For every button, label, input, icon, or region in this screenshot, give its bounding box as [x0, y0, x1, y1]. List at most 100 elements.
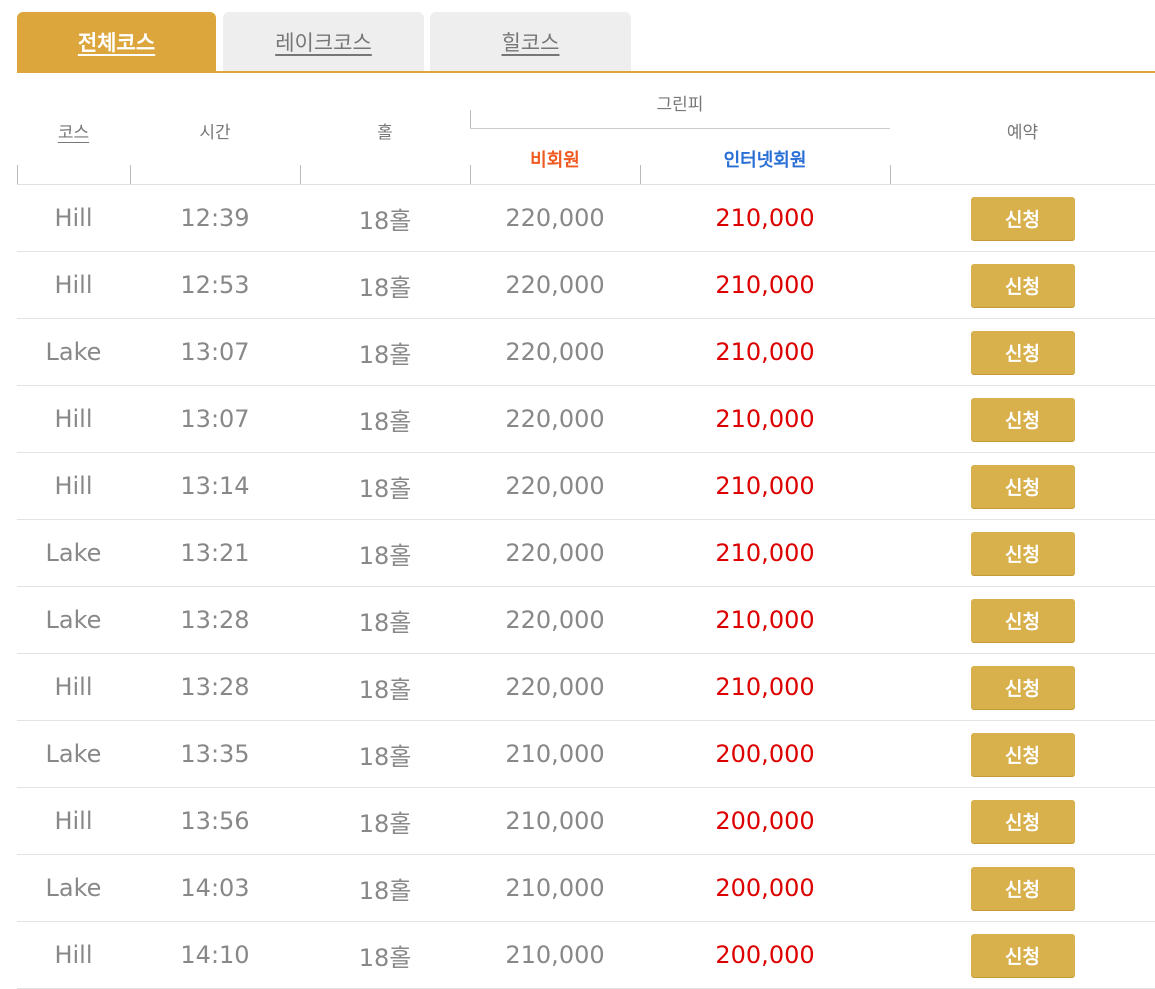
header-green-fee: 그린피	[656, 95, 704, 115]
tab-label: 레이크코스	[275, 31, 372, 55]
non-member-price: 220,000	[505, 472, 605, 500]
table-row: Hill 12:53 18홀 220,000 210,000 신청	[17, 252, 1155, 319]
course-cell: Lake	[45, 874, 102, 902]
internet-member-price: 210,000	[715, 204, 815, 232]
tab-label: 힐코스	[501, 31, 560, 55]
reservation-cell: 신청	[890, 922, 1155, 988]
tab-hill-course[interactable]: 힐코스	[430, 12, 631, 72]
non-member-price: 220,000	[505, 405, 605, 433]
course-cell: Hill	[54, 472, 93, 500]
hole-cell: 18홀	[358, 407, 412, 436]
non-member-price: 210,000	[505, 807, 605, 835]
table-row: Hill 12:39 18홀 220,000 210,000 신청	[17, 185, 1155, 252]
reservation-cell: 신청	[890, 319, 1155, 385]
tab-all-courses[interactable]: 전체코스	[17, 12, 216, 72]
non-member-price: 220,000	[505, 338, 605, 366]
reservation-cell: 신청	[890, 520, 1155, 586]
time-cell: 13:56	[180, 807, 250, 835]
table-body: Hill 12:39 18홀 220,000 210,000 신청 Hill 1…	[17, 185, 1155, 989]
time-cell: 13:07	[180, 405, 250, 433]
reservation-cell: 신청	[890, 788, 1155, 854]
time-cell: 13:21	[180, 539, 250, 567]
hole-cell: 18홀	[358, 206, 412, 235]
non-member-price: 220,000	[505, 271, 605, 299]
table-row: Hill 13:28 18홀 220,000 210,000 신청	[17, 654, 1155, 721]
hole-cell: 18홀	[358, 876, 412, 905]
apply-button[interactable]: 신청	[970, 330, 1075, 374]
time-cell: 13:14	[180, 472, 250, 500]
time-cell: 14:03	[180, 874, 250, 902]
non-member-price: 210,000	[505, 941, 605, 969]
course-cell: Lake	[45, 740, 102, 768]
time-cell: 12:39	[180, 204, 250, 232]
table-row: Lake 13:07 18홀 220,000 210,000 신청	[17, 319, 1155, 386]
course-cell: Hill	[54, 405, 93, 433]
table-row: Hill 13:07 18홀 220,000 210,000 신청	[17, 386, 1155, 453]
course-cell: Lake	[45, 338, 102, 366]
time-cell: 13:35	[180, 740, 250, 768]
apply-button[interactable]: 신청	[970, 732, 1075, 776]
hole-cell: 18홀	[358, 541, 412, 570]
internet-member-price: 210,000	[715, 405, 815, 433]
reservation-cell: 신청	[890, 386, 1155, 452]
internet-member-price: 210,000	[715, 606, 815, 634]
apply-button[interactable]: 신청	[970, 866, 1075, 910]
non-member-price: 210,000	[505, 874, 605, 902]
header-course[interactable]: 코스	[17, 118, 130, 143]
apply-button[interactable]: 신청	[970, 263, 1075, 307]
header-reservation: 예약	[1006, 123, 1039, 143]
reservation-cell: 신청	[890, 587, 1155, 653]
column-divider	[130, 165, 131, 184]
time-cell: 13:28	[180, 606, 250, 634]
course-cell: Hill	[54, 941, 93, 969]
reservation-cell: 신청	[890, 654, 1155, 720]
hole-cell: 18홀	[358, 273, 412, 302]
table-row: Hill 14:10 18홀 210,000 200,000 신청	[17, 922, 1155, 989]
non-member-price: 220,000	[505, 204, 605, 232]
time-cell: 14:10	[180, 941, 250, 969]
course-cell: Hill	[54, 271, 93, 299]
tab-label: 전체코스	[77, 31, 156, 55]
internet-member-price: 200,000	[715, 807, 815, 835]
apply-button[interactable]: 신청	[970, 598, 1075, 642]
column-divider	[17, 165, 18, 184]
course-cell: Lake	[45, 539, 102, 567]
internet-member-price: 200,000	[715, 941, 815, 969]
reservation-cell: 신청	[890, 252, 1155, 318]
apply-button[interactable]: 신청	[970, 799, 1075, 843]
header-hole: 홀	[377, 123, 393, 143]
header-time: 시간	[199, 123, 231, 143]
table-row: Lake 13:21 18홀 220,000 210,000 신청	[17, 520, 1155, 587]
course-cell: Hill	[54, 673, 93, 701]
internet-member-price: 210,000	[715, 472, 815, 500]
reservation-cell: 신청	[890, 453, 1155, 519]
apply-button[interactable]: 신청	[970, 464, 1075, 508]
apply-button[interactable]: 신청	[970, 933, 1075, 977]
reservation-cell: 신청	[890, 721, 1155, 787]
table-row: Lake 13:35 18홀 210,000 200,000 신청	[17, 721, 1155, 788]
table-header: 코스 시간 홀 그린피 비회원 인터넷회원 예약	[17, 73, 1155, 184]
apply-button[interactable]: 신청	[970, 665, 1075, 709]
non-member-price: 220,000	[505, 606, 605, 634]
hole-cell: 18홀	[358, 340, 412, 369]
hole-cell: 18홀	[358, 742, 412, 771]
reservation-cell: 신청	[890, 855, 1155, 921]
table-row: Lake 14:03 18홀 210,000 200,000 신청	[17, 855, 1155, 922]
non-member-price: 220,000	[505, 539, 605, 567]
internet-member-price: 210,000	[715, 338, 815, 366]
internet-member-price: 210,000	[715, 539, 815, 567]
non-member-price: 220,000	[505, 673, 605, 701]
table-row: Lake 13:28 18홀 220,000 210,000 신청	[17, 587, 1155, 654]
time-cell: 13:07	[180, 338, 250, 366]
header-non-member: 비회원	[530, 150, 580, 171]
time-cell: 13:28	[180, 673, 250, 701]
header-internet-member: 인터넷회원	[723, 150, 807, 171]
tee-time-table-page: 전체코스 레이크코스 힐코스 코스 시간 홀 그린피 비회원 인터넷회원 예약 …	[0, 0, 1155, 989]
apply-button[interactable]: 신청	[970, 196, 1075, 240]
hole-cell: 18홀	[358, 809, 412, 838]
apply-button[interactable]: 신청	[970, 397, 1075, 441]
apply-button[interactable]: 신청	[970, 531, 1075, 575]
tab-lake-course[interactable]: 레이크코스	[223, 12, 424, 72]
non-member-price: 210,000	[505, 740, 605, 768]
internet-member-price: 200,000	[715, 740, 815, 768]
